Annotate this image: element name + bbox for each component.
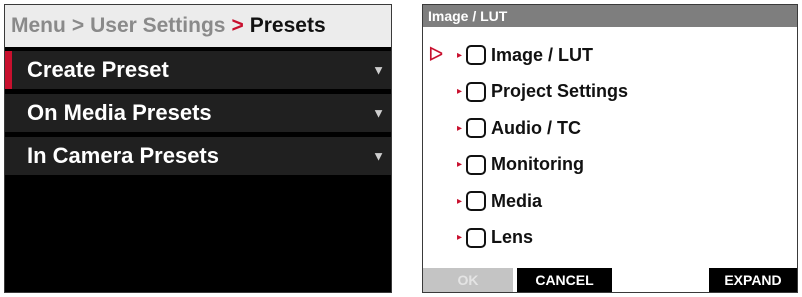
option-row-image-lut[interactable]: ᐅ ▸ Image / LUT [423, 37, 797, 74]
checkbox[interactable] [466, 154, 487, 175]
cancel-button[interactable]: CANCEL [517, 268, 612, 292]
checkbox[interactable] [466, 191, 487, 212]
breadcrumb-current: Presets [249, 14, 326, 37]
option-label: Monitoring [491, 154, 585, 175]
button-bar: OK CANCEL EXPAND [423, 268, 797, 292]
expand-arrow-icon[interactable]: ▸ [457, 86, 462, 97]
focus-pointer-icon: ᐅ [428, 44, 444, 67]
option-label: Project Settings [491, 81, 629, 102]
expand-arrow-icon[interactable]: ▸ [457, 159, 462, 170]
chevron-down-icon: ▼ [372, 105, 385, 121]
checkbox[interactable] [466, 118, 487, 139]
expand-button[interactable]: EXPAND [709, 268, 797, 292]
menu-item-create-preset[interactable]: Create Preset ▼ [5, 51, 391, 89]
ok-button[interactable]: OK [423, 268, 513, 292]
checkbox[interactable] [466, 227, 487, 248]
chevron-down-icon: ▼ [372, 148, 385, 164]
breadcrumb-separator: > [71, 14, 85, 37]
breadcrumb: Menu > User Settings > Presets [5, 5, 391, 47]
option-row-monitoring[interactable]: ▸ Monitoring [423, 147, 797, 184]
menu-item-on-media-presets[interactable]: On Media Presets ▼ [5, 94, 391, 132]
option-row-media[interactable]: ▸ Media [423, 183, 797, 220]
checkbox[interactable] [466, 45, 487, 66]
menu-item-label: In Camera Presets [27, 143, 219, 168]
option-row-project-settings[interactable]: ▸ Project Settings [423, 74, 797, 111]
menu-item-label: Create Preset [27, 57, 169, 82]
option-label: Image / LUT [491, 44, 594, 65]
expand-arrow-icon[interactable]: ▸ [457, 123, 462, 134]
chevron-down-icon: ▼ [372, 62, 385, 78]
checkbox[interactable] [466, 81, 487, 102]
breadcrumb-separator: > [231, 14, 244, 37]
breadcrumb-item-user-settings[interactable]: User Settings [90, 14, 225, 38]
menu-item-label: On Media Presets [27, 100, 212, 125]
option-row-lens[interactable]: ▸ Lens [423, 220, 797, 257]
expand-arrow-icon[interactable]: ▸ [457, 196, 462, 207]
preset-category-dialog: Image / LUT ᐅ ▸ Image / LUT ▸ Project Se… [422, 4, 798, 293]
option-label: Media [491, 190, 543, 211]
expand-arrow-icon[interactable]: ▸ [457, 50, 462, 61]
menu-list: Create Preset ▼ On Media Presets ▼ In Ca… [5, 47, 391, 175]
presets-menu-panel: Menu > User Settings > Presets Create Pr… [4, 4, 392, 293]
option-label: Lens [491, 227, 534, 248]
expand-arrow-icon[interactable]: ▸ [457, 232, 462, 243]
menu-item-in-camera-presets[interactable]: In Camera Presets ▼ [5, 137, 391, 175]
option-label: Audio / TC [491, 117, 582, 138]
breadcrumb-item-menu[interactable]: Menu [11, 14, 66, 38]
option-row-audio-tc[interactable]: ▸ Audio / TC [423, 110, 797, 147]
dialog-title: Image / LUT [423, 5, 797, 27]
option-list: ᐅ ▸ Image / LUT ▸ Project Settings ▸ Aud… [423, 27, 797, 256]
